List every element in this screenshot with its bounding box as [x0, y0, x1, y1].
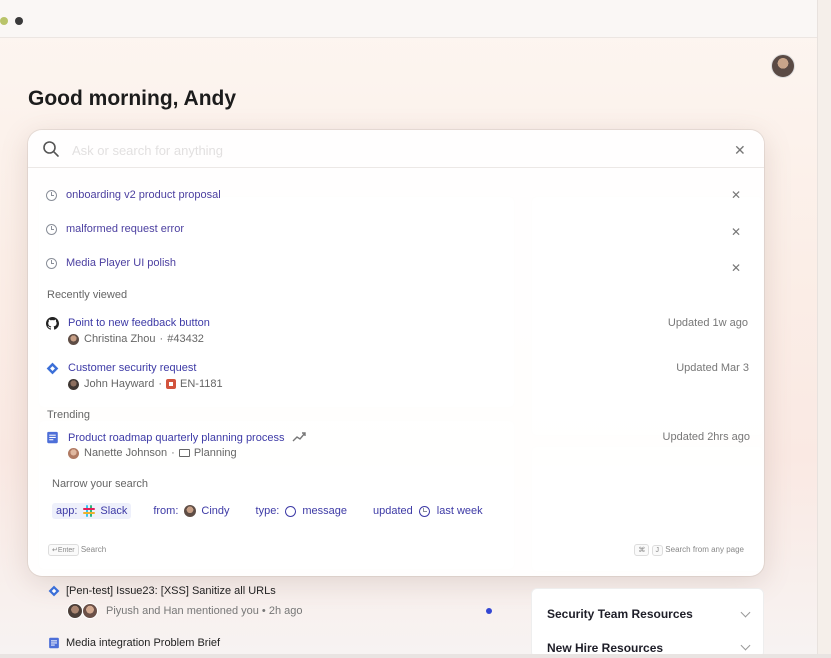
jira-diamond-icon: [46, 362, 59, 375]
recent-search-item[interactable]: onboarding v2 product proposal: [46, 186, 221, 204]
bottom-edge: [0, 654, 831, 658]
slack-icon: [83, 505, 96, 517]
chip-key: app:: [56, 505, 78, 517]
filter-chip-from[interactable]: from: Cindy: [149, 503, 233, 519]
enter-hint-label: Search: [80, 545, 107, 554]
result-meta: John Hayward · EN-1181: [68, 378, 223, 390]
recent-search-label: malformed request error: [66, 223, 184, 235]
folder-icon: [178, 449, 190, 457]
clock-icon: [418, 505, 430, 517]
chip-value: Slack: [100, 505, 128, 517]
app-window: Good morning, Andy ✕ onboarding v2 produ…: [0, 0, 818, 654]
modal-footer: ↵Enter Search ⌘ J Search from any page: [48, 544, 744, 556]
result-item[interactable]: Product roadmap quarterly planning proce…: [46, 431, 750, 463]
result-title: Point to new feedback button: [68, 317, 210, 329]
result-author: John Hayward: [84, 378, 155, 390]
resource-row[interactable]: Security Team Resources: [547, 607, 693, 621]
result-author: Christina Zhou: [84, 333, 156, 345]
result-meta: Christina Zhou · #43432: [68, 333, 204, 345]
avatar: [184, 505, 197, 517]
recent-search-label: onboarding v2 product proposal: [66, 189, 221, 201]
avatar: [68, 447, 79, 459]
result-title: Product roadmap quarterly planning proce…: [68, 431, 306, 444]
unread-dot: [486, 608, 492, 614]
cmd-key-hint: ⌘: [634, 544, 650, 556]
section-label-recently-viewed: Recently viewed: [47, 289, 128, 301]
avatar: [82, 603, 98, 619]
page-greeting: Good morning, Andy: [28, 87, 237, 110]
recent-search-item[interactable]: Media Player UI polish: [46, 254, 176, 272]
section-label-trending: Trending: [47, 409, 91, 421]
section-label-narrow: Narrow your search: [52, 478, 148, 490]
jira-diamond-icon: [48, 585, 60, 597]
result-updated: Updated 1w ago: [667, 317, 748, 329]
search-modal: ✕ onboarding v2 product proposal ✕ malfo…: [28, 130, 764, 576]
clock-icon: [46, 189, 57, 201]
github-icon: [46, 317, 59, 330]
result-updated: Updated 2hrs ago: [662, 431, 750, 443]
chevron-down-icon[interactable]: [740, 640, 751, 651]
j-key-hint: J: [651, 545, 664, 556]
resources-panel: Security Team Resources New Hire Resourc…: [531, 588, 764, 654]
clear-search-icon[interactable]: ✕: [734, 143, 746, 157]
doc-icon: [47, 431, 58, 444]
shortcut-hint-label: Search from any page: [665, 545, 744, 554]
enter-key-hint: ↵Enter: [48, 544, 79, 556]
chip-key: from:: [153, 505, 179, 517]
recent-search-item[interactable]: malformed request error: [46, 220, 184, 238]
chip-value: last week: [436, 505, 483, 517]
filter-chip-row: app: Slack from: Cindy type: message upd…: [52, 500, 505, 522]
chip-key: type:: [255, 505, 280, 517]
filter-chip-updated[interactable]: updated last week: [369, 503, 487, 519]
avatar: [67, 603, 83, 619]
result-folder: Planning: [193, 447, 237, 459]
result-item[interactable]: Point to new feedback button Christina Z…: [46, 317, 748, 349]
result-author: Nanette Johnson: [84, 447, 168, 459]
result-updated: Updated Mar 3: [676, 362, 749, 374]
recent-search-label: Media Player UI polish: [66, 257, 177, 269]
result-ref: EN-1181: [180, 378, 223, 390]
remove-recent-icon[interactable]: ✕: [731, 225, 741, 239]
chip-value: Cindy: [201, 505, 230, 517]
shortcut-hint: ⌘ J Search from any page: [634, 544, 744, 556]
filter-chip-type[interactable]: type: message: [252, 503, 352, 519]
resource-row-label: Security Team Resources: [547, 607, 693, 621]
result-meta: Nanette Johnson · Planning: [68, 447, 237, 459]
filter-chip-app[interactable]: app: Slack: [52, 503, 132, 519]
resource-row[interactable]: New Hire Resources: [547, 641, 663, 654]
project-icon: [166, 379, 176, 389]
feed-item-title[interactable]: [Pen-test] Issue23: [XSS] Sanitize all U…: [66, 585, 276, 597]
doc-icon: [49, 637, 59, 649]
user-avatar[interactable]: [771, 54, 795, 78]
remove-recent-icon[interactable]: ✕: [731, 261, 741, 275]
feed-item-title[interactable]: Media integration Problem Brief: [66, 637, 220, 649]
feed-item-meta: Piyush and Han mentioned you • 2h ago: [106, 605, 303, 617]
result-title-text: Product roadmap quarterly planning proce…: [68, 432, 285, 444]
chip-key: updated: [373, 505, 413, 517]
result-ref: #43432: [167, 333, 204, 345]
result-item[interactable]: Customer security request John Hayward ·…: [46, 362, 749, 394]
avatar: [68, 333, 79, 345]
remove-recent-icon[interactable]: ✕: [731, 188, 741, 202]
title-bar: [0, 0, 817, 38]
clock-icon: [46, 257, 57, 269]
avatar: [68, 378, 79, 390]
message-icon: [285, 505, 297, 517]
clock-icon: [46, 223, 57, 235]
chevron-down-icon[interactable]: [740, 607, 751, 618]
trending-icon: [292, 431, 306, 443]
chip-value: message: [302, 505, 348, 517]
resource-row-label: New Hire Resources: [547, 641, 664, 654]
search-bar: ✕: [28, 130, 764, 168]
window-control-dot[interactable]: [15, 17, 23, 25]
search-input[interactable]: [72, 139, 712, 161]
search-icon: [43, 141, 59, 157]
result-title: Customer security request: [68, 362, 197, 374]
window-control-dot[interactable]: [0, 17, 8, 25]
